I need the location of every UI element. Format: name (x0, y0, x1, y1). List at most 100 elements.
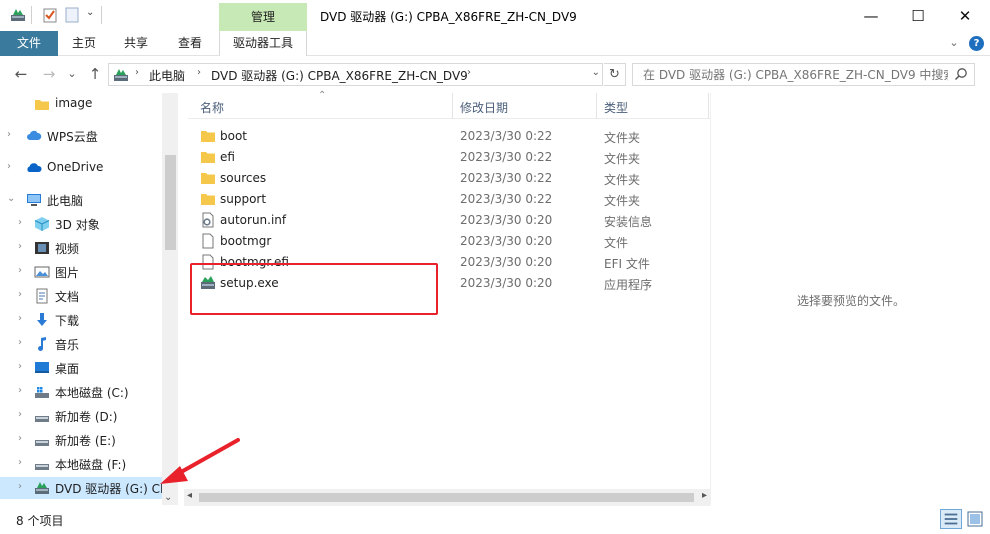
computer-icon (27, 194, 41, 206)
file-row-autorun[interactable]: autorun.inf 2023/3/30 0:20 安装信息 (188, 210, 710, 231)
file-row-efi[interactable]: efi 2023/3/30 0:22 文件夹 (188, 147, 710, 168)
refresh-button[interactable]: ↻ (604, 63, 626, 86)
tab-drive-tools[interactable]: 驱动器工具 (219, 31, 307, 56)
window-title: DVD 驱动器 (G:) CPBA_X86FRE_ZH-CN_DV9 (320, 10, 577, 24)
nav-item-this-pc[interactable]: ⌄ 此电脑 (0, 189, 162, 211)
tab-view[interactable]: 查看 (168, 31, 212, 56)
nav-item-pictures[interactable]: › 图片 (0, 261, 162, 283)
forward-arrow-icon[interactable]: → (40, 65, 58, 83)
nav-item-documents[interactable]: › 文档 (0, 285, 162, 307)
horizontal-scroll-thumb[interactable] (199, 493, 694, 502)
manage-contextual-tab[interactable]: 管理 (219, 3, 307, 31)
nav-chevron: › (7, 161, 11, 172)
help-icon[interactable]: ? (969, 36, 984, 51)
file-row-support[interactable]: support 2023/3/30 0:22 文件夹 (188, 189, 710, 210)
recent-locations-icon[interactable]: ⌄ (63, 65, 81, 83)
nav-chevron: › (18, 457, 22, 468)
download-icon (37, 313, 47, 326)
search-icon[interactable] (954, 67, 968, 81)
tab-home[interactable]: 主页 (62, 31, 106, 56)
column-divider[interactable] (708, 93, 709, 119)
breadcrumb-this-pc[interactable]: 此电脑 (149, 67, 185, 84)
sort-ascending-icon: ⌃ (318, 90, 327, 101)
column-name[interactable]: 名称 (200, 99, 224, 116)
preview-placeholder: 选择要预览的文件。 (797, 294, 906, 308)
breadcrumb-dvd-drive[interactable]: DVD 驱动器 (G:) CPBA_X86FRE_ZH-CN_DV9 (211, 67, 468, 84)
nav-item-drive-d[interactable]: › 新加卷 (D:) (0, 405, 162, 427)
minimize-button[interactable]: — (848, 0, 894, 31)
nav-label: 新加卷 (E:) (55, 434, 116, 448)
folder-icon (201, 194, 215, 205)
file-row-sources[interactable]: sources 2023/3/30 0:22 文件夹 (188, 168, 710, 189)
folder-icon (35, 100, 49, 110)
maximize-button[interactable]: ☐ (895, 0, 941, 31)
nav-item-drive-f[interactable]: › 本地磁盘 (F:) (0, 453, 162, 475)
file-row-boot[interactable]: boot 2023/3/30 0:22 文件夹 (188, 126, 710, 147)
qat-divider (101, 6, 102, 24)
nav-item-image[interactable]: image (0, 93, 162, 115)
nav-label: image (55, 96, 93, 110)
nav-chevron: › (18, 265, 22, 276)
details-view-icon[interactable] (940, 509, 962, 529)
file-type: EFI 文件 (604, 257, 650, 271)
nav-item-onedrive[interactable]: › OneDrive (0, 157, 162, 179)
nav-label: 文档 (55, 290, 80, 304)
nav-label: 视频 (55, 242, 80, 256)
file-row-bootmgr[interactable]: bootmgr 2023/3/30 0:20 文件 (188, 231, 710, 252)
nav-scroll-thumb[interactable] (165, 155, 176, 250)
nav-item-music[interactable]: › 音乐 (0, 333, 162, 355)
file-type: 安装信息 (604, 215, 653, 229)
column-divider[interactable] (452, 93, 453, 119)
nav-chevron: › (18, 409, 22, 420)
customize-qat-icon[interactable]: ⌄ (86, 7, 94, 18)
nav-chevron: › (18, 361, 22, 372)
large-icons-view-icon[interactable] (964, 509, 986, 529)
tab-share[interactable]: 共享 (114, 31, 158, 56)
nav-label: OneDrive (47, 160, 104, 174)
pictures-icon (34, 266, 50, 278)
preview-pane: 选择要预览的文件。 (710, 93, 974, 505)
scroll-left-icon[interactable]: ◂ (187, 490, 192, 501)
scroll-down-icon[interactable]: ⌄ (164, 492, 172, 503)
nav-item-drive-e[interactable]: › 新加卷 (E:) (0, 429, 162, 451)
scroll-right-icon[interactable]: ▸ (702, 490, 707, 501)
search-input[interactable] (633, 64, 948, 85)
file-name: boot (220, 129, 248, 143)
desktop-icon (35, 362, 49, 373)
file-name: efi (220, 150, 235, 164)
horizontal-scrollbar[interactable]: ◂ ▸ (184, 489, 710, 506)
dvd-drive-icon (114, 69, 128, 81)
nav-item-downloads[interactable]: › 下载 (0, 309, 162, 331)
onedrive-icon (27, 163, 42, 172)
nav-item-3d-objects[interactable]: › 3D 对象 (0, 213, 162, 235)
nav-label: DVD 驱动器 (G:) CF (55, 482, 167, 496)
up-arrow-icon[interactable]: ↑ (86, 65, 104, 83)
column-date[interactable]: 修改日期 (460, 99, 508, 116)
nav-chevron: › (18, 337, 22, 348)
column-type[interactable]: 类型 (604, 99, 628, 116)
annotation-arrow (160, 438, 240, 484)
nav-chevron: › (18, 481, 22, 492)
3d-objects-icon (34, 217, 50, 231)
nav-label: 图片 (55, 266, 80, 280)
search-box[interactable] (632, 63, 975, 86)
address-dropdown-icon[interactable]: ⌄ (592, 67, 600, 78)
expand-ribbon-icon[interactable]: ⌄ (947, 36, 961, 50)
drive-icon (35, 440, 49, 446)
nav-item-desktop[interactable]: › 桌面 (0, 357, 162, 379)
nav-item-drive-c[interactable]: › 本地磁盘 (C:) (0, 381, 162, 403)
nav-item-wps-cloud[interactable]: › WPS云盘 (0, 125, 162, 147)
annotation-highlight-box (190, 263, 438, 315)
back-arrow-icon[interactable]: ← (12, 65, 30, 83)
nav-item-videos[interactable]: › 视频 (0, 237, 162, 259)
file-name: bootmgr (220, 234, 272, 248)
tab-file[interactable]: 文件 (0, 31, 58, 56)
close-button[interactable]: ✕ (942, 0, 988, 31)
address-bar[interactable]: › 此电脑 › DVD 驱动器 (G:) CPBA_X86FRE_ZH-CN_D… (108, 63, 603, 86)
new-folder-icon[interactable] (64, 7, 80, 23)
nav-chevron: › (18, 313, 22, 324)
properties-icon[interactable] (42, 7, 58, 23)
nav-chevron: ⌄ (7, 193, 16, 204)
column-divider[interactable] (596, 93, 597, 119)
nav-item-dvd-drive[interactable]: › DVD 驱动器 (G:) CF (0, 477, 167, 499)
